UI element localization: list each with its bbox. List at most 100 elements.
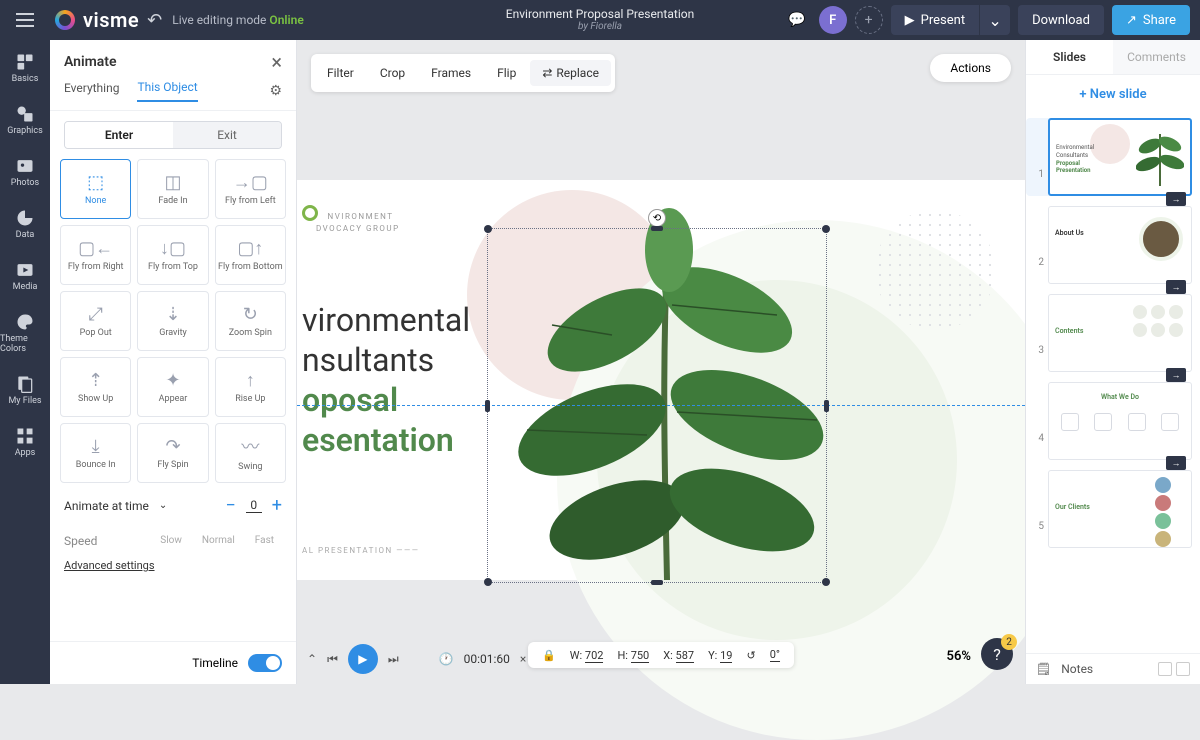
anim-none[interactable]: ⬚None bbox=[60, 159, 131, 219]
notes-button[interactable]: Notes bbox=[1061, 662, 1093, 676]
add-collaborator-button[interactable]: + bbox=[855, 6, 883, 34]
download-button[interactable]: Download bbox=[1018, 5, 1104, 35]
logo-icon bbox=[55, 10, 75, 30]
toggle-enter[interactable]: Enter bbox=[65, 122, 173, 148]
canvas[interactable]: Filter Crop Frames Flip ⇄Replace Actions… bbox=[297, 40, 1025, 684]
share-button[interactable]: ↗Share bbox=[1112, 5, 1190, 35]
frames-button[interactable]: Frames bbox=[419, 60, 483, 86]
document-title[interactable]: Environment Proposal Presentation by Fio… bbox=[506, 7, 694, 33]
resize-handle-sw[interactable] bbox=[484, 578, 492, 586]
rail-apps[interactable]: Apps bbox=[15, 422, 36, 462]
transition-icon[interactable]: → bbox=[1166, 192, 1186, 206]
resize-handle-nw[interactable] bbox=[484, 225, 492, 233]
resize-handle-s[interactable] bbox=[651, 580, 663, 585]
y-value[interactable]: 19 bbox=[720, 649, 732, 663]
rail-basics[interactable]: Basics bbox=[12, 48, 39, 88]
actions-button[interactable]: Actions bbox=[930, 54, 1011, 82]
anim-rise-up[interactable]: ↑Rise Up bbox=[215, 357, 286, 417]
transition-icon[interactable]: → bbox=[1166, 280, 1186, 294]
animate-time-label: Animate at time bbox=[64, 499, 149, 513]
undo-icon[interactable]: ↶ bbox=[147, 10, 162, 31]
logo[interactable]: visme bbox=[55, 8, 139, 32]
time-decrease[interactable]: − bbox=[225, 495, 235, 516]
anim-fly-bottom[interactable]: ▢↑Fly from Bottom bbox=[215, 225, 286, 285]
anim-fly-top[interactable]: ↓▢Fly from Top bbox=[137, 225, 208, 285]
slide-thumb-3[interactable]: 3 Contents→ bbox=[1030, 294, 1192, 372]
anim-fade-in[interactable]: ◫Fade In bbox=[137, 159, 208, 219]
anim-bounce-in[interactable]: ⤓Bounce In bbox=[60, 423, 131, 483]
x-value[interactable]: 587 bbox=[676, 649, 695, 663]
anim-gravity[interactable]: ⇣Gravity bbox=[137, 291, 208, 351]
next-slide-icon[interactable]: ⏭ bbox=[388, 652, 399, 667]
filter-button[interactable]: Filter bbox=[315, 60, 366, 86]
tab-everything[interactable]: Everything bbox=[64, 81, 119, 101]
present-dropdown[interactable]: ⌄ bbox=[980, 5, 1010, 35]
rail-theme-colors[interactable]: Theme Colors bbox=[0, 308, 50, 358]
slide-thumb-4[interactable]: 4 What We Do→ bbox=[1030, 382, 1192, 460]
flip-button[interactable]: Flip bbox=[485, 60, 528, 86]
anim-zoom-spin[interactable]: ↻Zoom Spin bbox=[215, 291, 286, 351]
advanced-settings-link[interactable]: Advanced settings bbox=[50, 559, 296, 572]
anim-appear[interactable]: ✦Appear bbox=[137, 357, 208, 417]
close-panel-button[interactable]: × bbox=[271, 50, 282, 74]
selection-box[interactable]: ⟲ bbox=[487, 228, 827, 583]
rail-data[interactable]: Data bbox=[15, 204, 35, 244]
comment-icon[interactable]: 💬 bbox=[783, 6, 811, 34]
rail-graphics[interactable]: Graphics bbox=[7, 100, 42, 140]
close-playback-icon[interactable]: × bbox=[520, 652, 526, 666]
tab-this-object[interactable]: This Object bbox=[137, 80, 197, 102]
height-value[interactable]: 750 bbox=[631, 649, 650, 663]
menu-button[interactable] bbox=[0, 0, 50, 40]
user-avatar[interactable]: F bbox=[819, 6, 847, 34]
slide-thumb-2[interactable]: 2 About Us→ bbox=[1030, 206, 1192, 284]
prev-slide-icon[interactable]: ⏮ bbox=[327, 652, 338, 667]
chevron-down-icon[interactable]: ⌄ bbox=[159, 500, 167, 511]
new-slide-button[interactable]: + New slide bbox=[1026, 75, 1200, 114]
replace-button[interactable]: ⇄Replace bbox=[530, 60, 611, 86]
tab-comments[interactable]: Comments bbox=[1113, 40, 1200, 74]
rail-photos[interactable]: Photos bbox=[11, 152, 39, 192]
resize-handle-e[interactable] bbox=[824, 400, 829, 412]
crop-button[interactable]: Crop bbox=[368, 60, 417, 86]
toggle-exit[interactable]: Exit bbox=[173, 122, 281, 148]
rail-my-files[interactable]: My Files bbox=[8, 370, 41, 410]
lock-icon[interactable]: 🔒 bbox=[542, 649, 556, 662]
width-value[interactable]: 702 bbox=[585, 649, 604, 663]
panel-settings-icon[interactable]: ⚙ bbox=[269, 83, 282, 99]
share-icon: ↗ bbox=[1126, 13, 1137, 28]
rotate-reset-icon[interactable]: ↺ bbox=[746, 649, 755, 662]
rotate-handle[interactable]: ⟲ bbox=[648, 209, 666, 227]
time-increase[interactable]: + bbox=[272, 495, 282, 516]
replace-icon: ⇄ bbox=[542, 66, 552, 80]
resize-handle-w[interactable] bbox=[485, 400, 490, 412]
animation-grid: ⬚None ◫Fade In →▢Fly from Left ▢←Fly fro… bbox=[50, 159, 296, 483]
rail-media[interactable]: Media bbox=[13, 256, 38, 296]
anim-fly-spin[interactable]: ↷Fly Spin bbox=[137, 423, 208, 483]
resize-handle-n[interactable] bbox=[651, 226, 663, 231]
transition-icon[interactable]: → bbox=[1166, 456, 1186, 470]
resize-handle-ne[interactable] bbox=[822, 225, 830, 233]
anim-swing[interactable]: 〰Swing bbox=[215, 423, 286, 483]
zoom-level[interactable]: 56% bbox=[947, 649, 971, 664]
tab-slides[interactable]: Slides bbox=[1026, 40, 1113, 74]
view-list-icon[interactable] bbox=[1176, 662, 1190, 676]
anim-show-up[interactable]: ⇡Show Up bbox=[60, 357, 131, 417]
speed-fast[interactable]: Fast bbox=[247, 532, 282, 549]
speed-normal[interactable]: Normal bbox=[194, 532, 243, 549]
help-button[interactable]: ? 2 bbox=[981, 638, 1013, 670]
rotation-value[interactable]: 0° bbox=[770, 648, 780, 662]
view-grid-icon[interactable] bbox=[1158, 662, 1172, 676]
collapse-icon[interactable]: ⌃ bbox=[307, 652, 317, 666]
anim-fly-left[interactable]: →▢Fly from Left bbox=[215, 159, 286, 219]
resize-handle-se[interactable] bbox=[822, 578, 830, 586]
slide-thumb-1[interactable]: 1 EnvironmentalConsultantsProposalPresen… bbox=[1026, 118, 1192, 196]
animate-time-value[interactable]: 0 bbox=[246, 498, 262, 513]
anim-pop-out[interactable]: ⤢Pop Out bbox=[60, 291, 131, 351]
slide-thumb-5[interactable]: 5 Our Clients bbox=[1030, 470, 1192, 548]
play-button[interactable]: ▶ bbox=[348, 644, 378, 674]
present-button[interactable]: ▶Present bbox=[891, 5, 979, 35]
timeline-toggle[interactable] bbox=[248, 654, 282, 672]
anim-fly-right[interactable]: ▢←Fly from Right bbox=[60, 225, 131, 285]
speed-slow[interactable]: Slow bbox=[152, 532, 190, 549]
transition-icon[interactable]: → bbox=[1166, 368, 1186, 382]
